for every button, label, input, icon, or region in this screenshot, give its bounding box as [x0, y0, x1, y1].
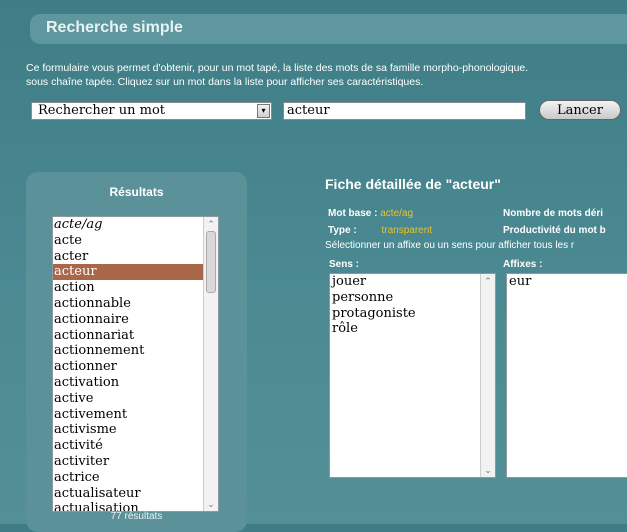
meanings-list[interactable]: jouer personne protagoniste rôle ⌃ ⌄	[329, 273, 496, 478]
list-item[interactable]: activement	[53, 407, 218, 423]
meanings-scrollbar[interactable]: ⌃ ⌄	[480, 274, 495, 477]
productivity-label: Productivité du mot b	[503, 225, 606, 236]
type-row: Type : transparent	[328, 225, 432, 236]
search-mode-select[interactable]: Rechercher un mot ▾	[31, 102, 272, 120]
chevron-down-icon[interactable]: ▾	[257, 104, 270, 118]
list-item[interactable]: rôle	[330, 321, 495, 337]
list-item[interactable]: acte	[53, 233, 218, 249]
list-item[interactable]: actualisateur	[53, 486, 218, 502]
search-input[interactable]: acteur	[283, 102, 526, 120]
list-item[interactable]: activisme	[53, 422, 218, 438]
list-item[interactable]: activation	[53, 375, 218, 391]
family-size-label: Nombre de mots déri	[503, 208, 604, 219]
results-title: Résultats	[109, 185, 164, 199]
type-value: transparent	[381, 225, 433, 236]
intro-line-1: Ce formulaire vous permet d'obtenir, pou…	[26, 62, 529, 74]
affixes-list[interactable]: eur	[506, 273, 627, 478]
search-mode-value: Rechercher un mot	[38, 103, 165, 118]
search-input-value: acteur	[287, 103, 330, 118]
affixes-label: Affixes :	[503, 259, 543, 270]
list-item[interactable]: actionnable	[53, 296, 218, 312]
detail-title: Fiche détaillée de "acteur"	[325, 176, 501, 192]
meanings-label: Sens :	[329, 259, 360, 270]
list-item[interactable]: acter	[53, 249, 218, 265]
results-count: 77 résultats	[110, 511, 163, 522]
list-item[interactable]: acte/ag	[53, 217, 218, 233]
header-bar: Recherche simple	[30, 14, 627, 44]
scroll-thumb[interactable]	[206, 231, 216, 293]
intro-line-2: sous chaîne tapée. Cliquez sur un mot da…	[26, 76, 424, 88]
scroll-down-icon[interactable]: ⌄	[204, 497, 218, 511]
list-item[interactable]: protagoniste	[330, 306, 495, 322]
base-row: Mot base : acte/ag	[328, 208, 413, 219]
page-title: Recherche simple	[46, 19, 183, 36]
scroll-up-icon[interactable]: ⌃	[481, 274, 495, 288]
results-scrollbar[interactable]: ⌃ ⌄	[203, 217, 218, 511]
list-item[interactable]: activiter	[53, 454, 218, 470]
type-label: Type :	[328, 225, 357, 236]
intro-text: Ce formulaire vous permet d'obtenir, pou…	[26, 61, 627, 89]
list-item-selected[interactable]: acteur	[53, 264, 218, 281]
scroll-down-icon[interactable]: ⌄	[481, 463, 495, 477]
list-item[interactable]: actrice	[53, 470, 218, 486]
list-item[interactable]: active	[53, 391, 218, 407]
base-value[interactable]: acte/ag	[380, 208, 413, 219]
base-label: Mot base :	[328, 208, 378, 219]
launch-button[interactable]: Lancer	[539, 100, 621, 120]
list-item[interactable]: actionnement	[53, 343, 218, 359]
results-list[interactable]: acte/ag acte acter acteur action actionn…	[52, 216, 219, 512]
family-size-row: Nombre de mots déri	[503, 208, 603, 219]
list-item[interactable]: eur	[507, 274, 627, 290]
list-item[interactable]: activité	[53, 438, 218, 454]
productivity-row: Productivité du mot b	[503, 225, 606, 236]
list-item[interactable]: actionnaire	[53, 312, 218, 328]
list-item[interactable]: personne	[330, 290, 495, 306]
list-item[interactable]: jouer	[330, 274, 495, 290]
list-item[interactable]: actionner	[53, 359, 218, 375]
list-item[interactable]: action	[53, 280, 218, 296]
scroll-up-icon[interactable]: ⌃	[204, 217, 218, 231]
list-item[interactable]: actionnariat	[53, 328, 218, 344]
selection-hint: Sélectionner un affixe ou un sens pour a…	[325, 240, 575, 251]
